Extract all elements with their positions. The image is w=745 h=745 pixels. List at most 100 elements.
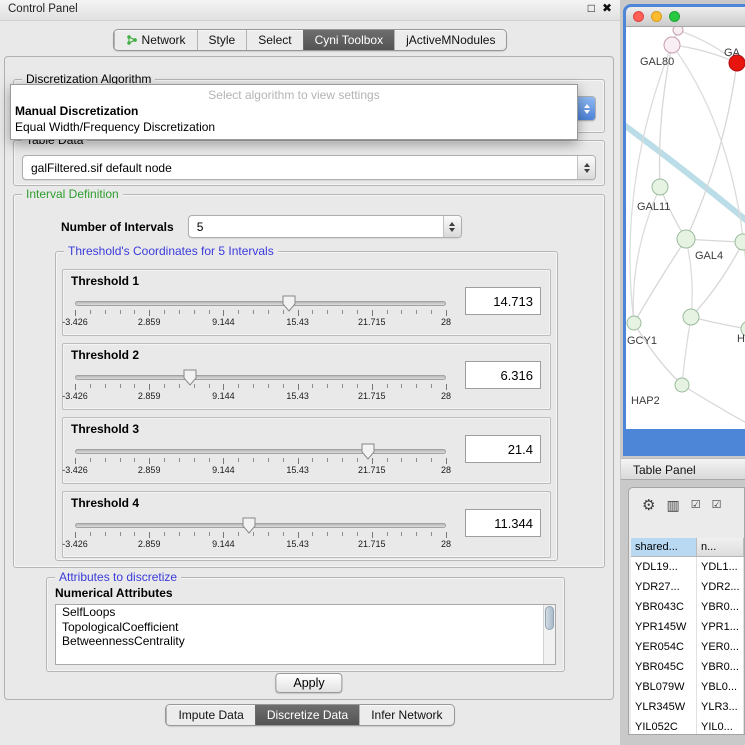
zoom-traffic-icon[interactable] [669,11,680,22]
table-row[interactable]: YBR045C YBR0... [631,657,744,677]
table-row[interactable]: YPR145W YPR1... [631,617,744,637]
slider-track[interactable] [75,301,446,306]
list-item[interactable]: BetweennessCentrality [56,634,555,649]
threshold-panel: Threshold 3 -3.4262.8599.14415.4321.7152… [62,417,551,484]
select-all-icon[interactable]: ☑ [691,500,701,511]
name-cell[interactable]: YPR1... [697,617,744,637]
table-panel-titlebar: Table Panel [621,458,745,480]
threshold-slider[interactable]: -3.4262.8599.14415.4321.71528 [75,516,446,552]
slider-tick-labels: -3.4262.8599.14415.4321.71528 [75,465,446,476]
table-row[interactable]: YER054C YER0... [631,637,744,657]
svg-text:GCY1: GCY1 [627,335,657,347]
tab[interactable]: Infer Network [359,705,453,725]
tab[interactable]: Select [246,30,302,50]
name-cell[interactable]: YBL0... [697,677,744,697]
tab[interactable]: Cyni Toolbox [303,30,394,50]
scrollbar-thumb[interactable] [545,606,554,630]
column-header[interactable]: n... [697,538,744,556]
shared-name-cell[interactable]: YBL079W [631,677,697,697]
table-row[interactable]: YDL19... YDL1... [631,557,744,577]
select-none-icon[interactable]: ☑ [712,500,722,511]
svg-text:HAP2: HAP2 [631,395,660,407]
name-cell[interactable]: YDL1... [697,557,744,577]
network-canvas[interactable]: GAL80GAGAL11GAL4GCY1HHAP2 [626,27,745,429]
threshold-panel: Threshold 1 -3.4262.8599.14415.4321.7152… [62,269,551,336]
slider-track[interactable] [75,523,446,528]
table-row[interactable]: YIL052C YIL0... [631,717,744,734]
shared-name-cell[interactable]: YDL19... [631,557,697,577]
name-cell[interactable]: YBR0... [697,597,744,617]
network-canvas-svg[interactable]: GAL80GAGAL11GAL4GCY1HHAP2 [626,27,745,429]
column-header[interactable]: shared... [631,538,697,556]
list-scrollbar[interactable] [543,605,555,664]
slider-tick-labels: -3.4262.8599.14415.4321.71528 [75,539,446,550]
threshold-slider[interactable]: -3.4262.8599.14415.4321.71528 [75,368,446,404]
table-row[interactable]: YLR345W YLR3... [631,697,744,717]
group-title: Interval Definition [22,187,123,201]
dropdown-option[interactable]: Manual Discretization [11,103,577,119]
apply-button[interactable]: Apply [275,673,342,693]
thresholds-coordinates-group: Threshold's Coordinates for 5 Intervals … [55,251,558,561]
name-cell[interactable]: YBR0... [697,657,744,677]
dropdown-option[interactable]: Equal Width/Frequency Discretization [11,119,577,135]
shared-name-cell[interactable]: YIL052C [631,717,697,734]
svg-text:GAL80: GAL80 [640,56,674,68]
shared-name-cell[interactable]: YBR045C [631,657,697,677]
table-data-combobox[interactable]: galFiltered.sif default node [22,155,596,180]
node-table: shared...n... YDL19... YDL1... YDR27... … [631,538,744,734]
threshold-label: Threshold 4 [71,496,139,510]
shared-name-cell[interactable]: YER054C [631,637,697,657]
threshold-value-field[interactable] [465,287,541,315]
table-row[interactable]: YBL079W YBL0... [631,677,744,697]
tab[interactable]: Discretize Data [255,705,359,725]
tab[interactable]: jActiveMNodules [394,30,506,50]
numerical-attributes-label: Numerical Attributes [55,586,173,600]
threshold-value-field[interactable] [465,435,541,463]
slider-track[interactable] [75,375,446,380]
threshold-slider[interactable]: -3.4262.8599.14415.4321.71528 [75,294,446,330]
combo-stepper-icon[interactable] [577,156,595,179]
table-row[interactable]: YDR27... YDR2... [631,577,744,597]
control-panel-body: Discretization Algorithm Table Data galF… [4,56,614,700]
combo-stepper-icon[interactable] [443,216,461,237]
network-window-titlebar[interactable] [626,7,745,27]
shared-name-cell[interactable]: YPR145W [631,617,697,637]
number-of-intervals-combobox[interactable]: 5 [188,215,462,238]
tab[interactable]: Style [197,30,247,50]
settings-gear-icon[interactable]: ⚙ [642,498,655,513]
float-window-icon[interactable]: □ [588,1,595,15]
columns-icon[interactable]: ▥ [666,498,679,512]
list-item[interactable]: SelfLoops [56,605,555,620]
combo-stepper-icon[interactable] [577,97,595,120]
svg-text:GA: GA [724,47,741,59]
dropdown-placeholder: Select algorithm to view settings [11,85,577,103]
bottom-tab-bar: Impute Data Discretize Data Infer Networ… [165,704,454,726]
shared-name-cell[interactable]: YLR345W [631,697,697,717]
name-cell[interactable]: YIL0... [697,717,744,734]
name-cell[interactable]: YER0... [697,637,744,657]
name-cell[interactable]: YLR3... [697,697,744,717]
minimize-traffic-icon[interactable] [651,11,662,22]
control-panel-titlebar[interactable]: Control Panel □ ✖ [0,0,620,21]
threshold-value-field[interactable] [465,509,541,537]
close-window-icon[interactable]: ✖ [602,1,612,15]
tab-label: Cyni Toolbox [315,33,383,47]
table-row[interactable]: YBR043C YBR0... [631,597,744,617]
svg-text:H: H [737,333,745,345]
close-traffic-icon[interactable] [633,11,644,22]
numerical-attributes-list[interactable]: SelfLoopsTopologicalCoefficientBetweenne… [55,604,556,665]
threshold-value-field[interactable] [465,361,541,389]
network-tab-icon [126,34,138,46]
slider-track[interactable] [75,449,446,454]
threshold-slider[interactable]: -3.4262.8599.14415.4321.71528 [75,442,446,478]
svg-text:GAL4: GAL4 [695,250,723,262]
name-cell[interactable]: YDR2... [697,577,744,597]
tab[interactable]: Network [114,30,197,50]
table-header-row: shared...n... [631,538,744,557]
tab[interactable]: Impute Data [166,705,254,725]
list-item[interactable]: TopologicalCoefficient [56,620,555,635]
threshold-label: Threshold 3 [71,422,139,436]
table-panel-window: ⚙ ▥ ☑ ☑ shared...n... YDL19... YDL1... YDR2… [628,487,745,735]
shared-name-cell[interactable]: YBR043C [631,597,697,617]
shared-name-cell[interactable]: YDR27... [631,577,697,597]
